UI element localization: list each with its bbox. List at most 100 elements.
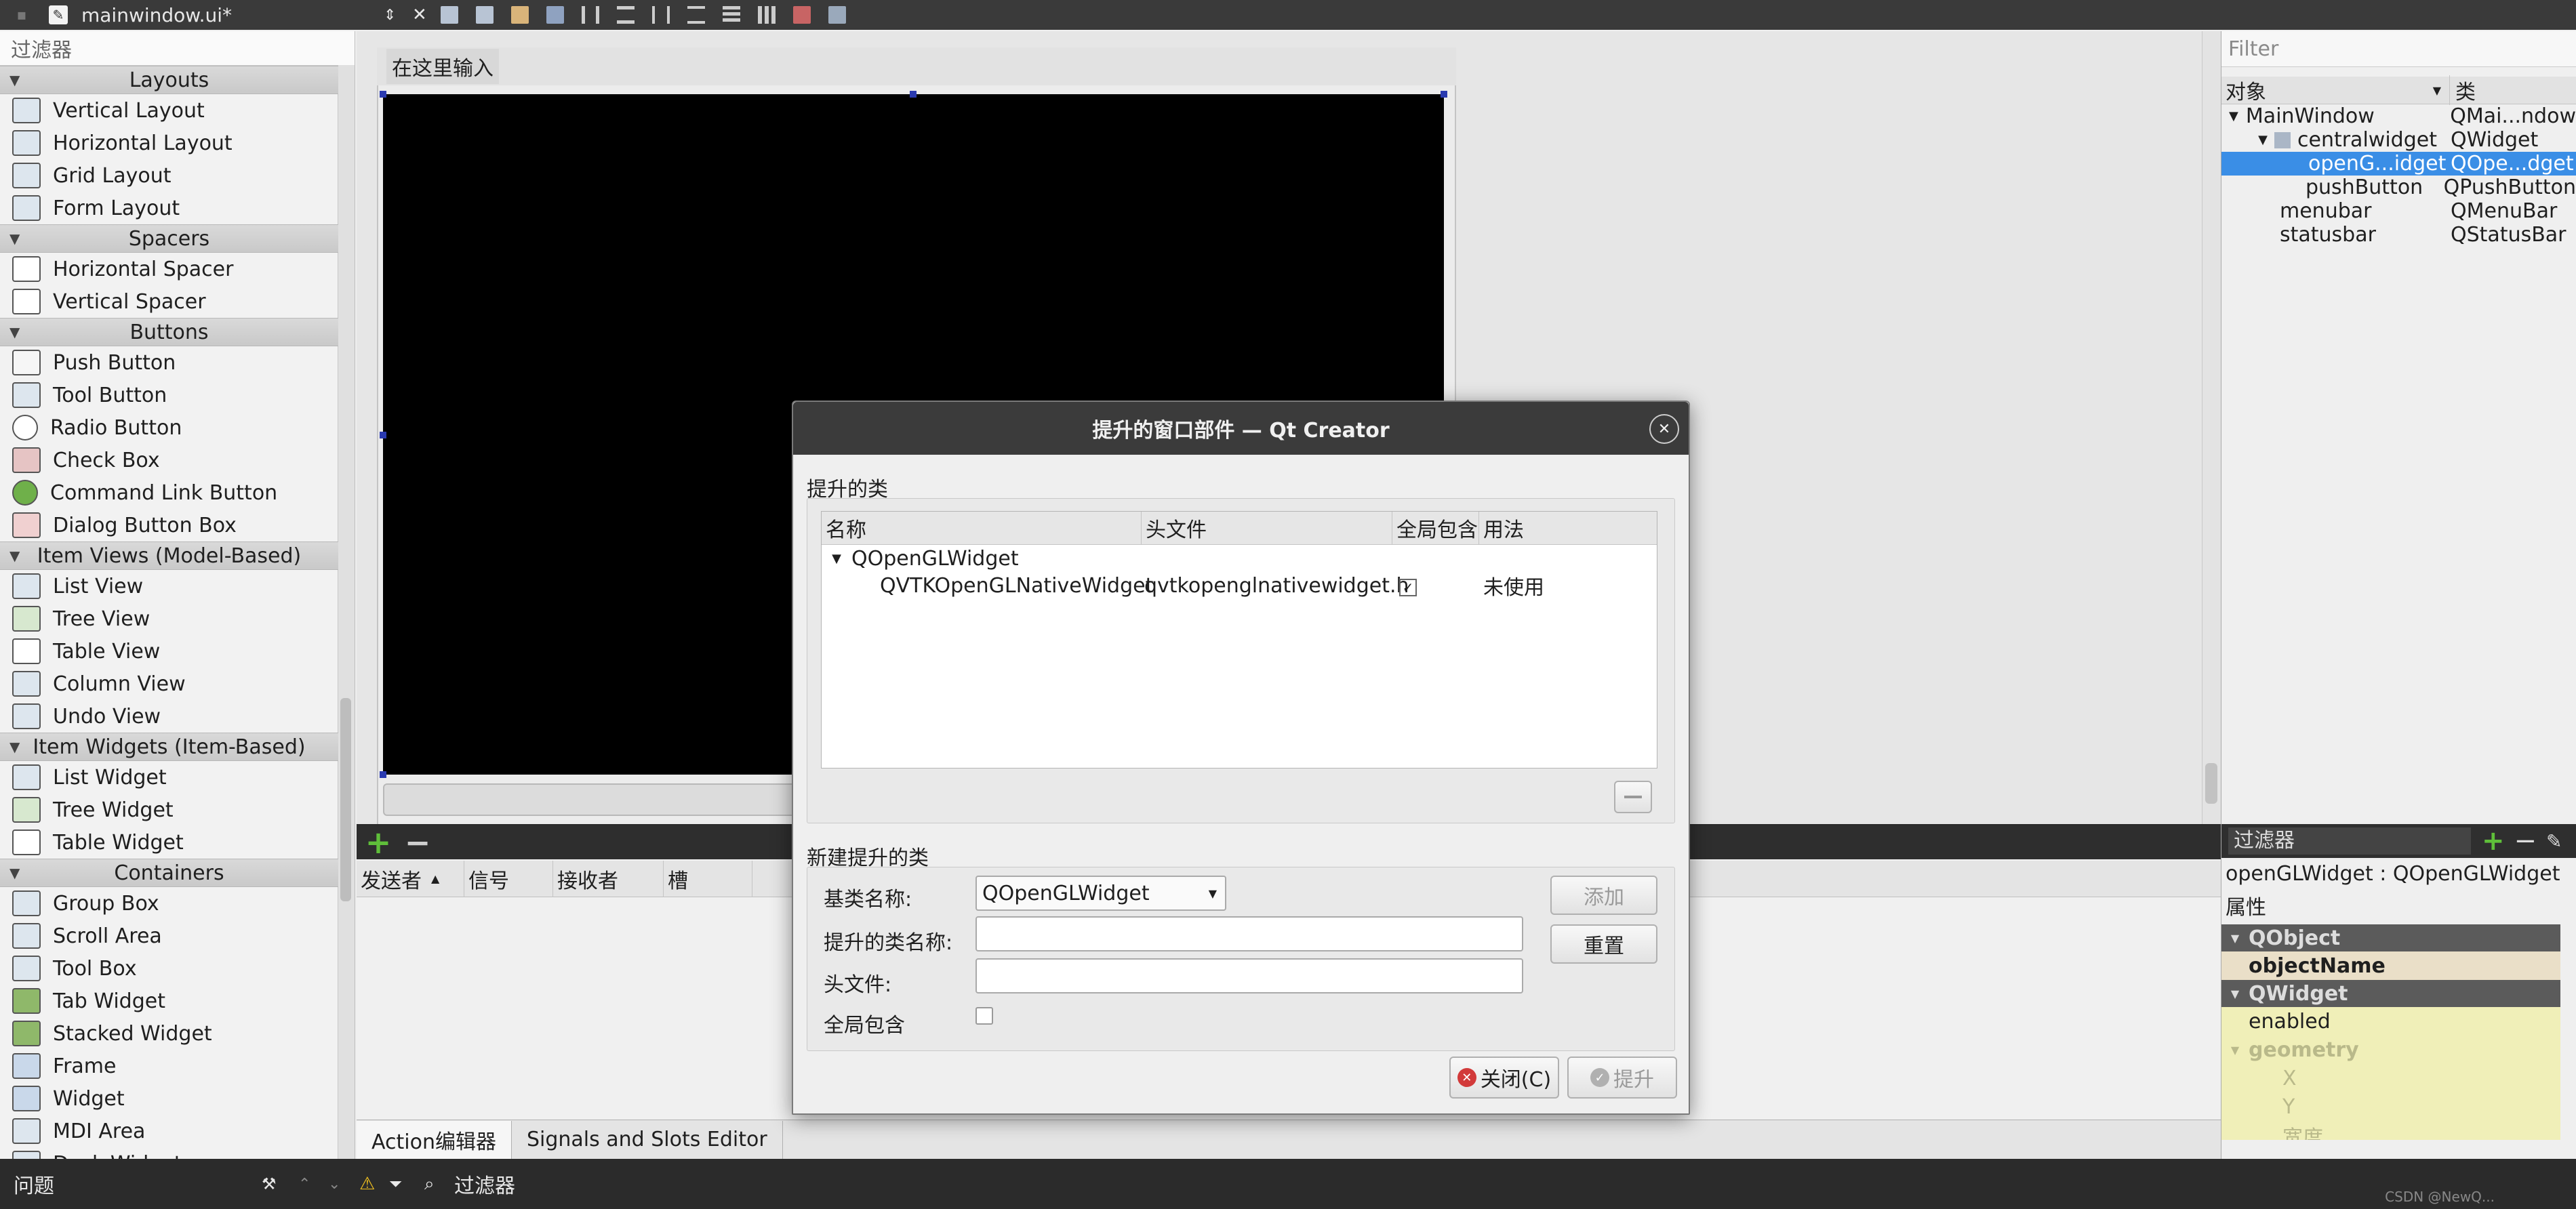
widget-vertical-spacer[interactable]: Vertical Spacer (0, 285, 355, 318)
property-filter-input[interactable]: 过滤器 (2228, 827, 2471, 855)
selection-handle[interactable] (380, 771, 386, 778)
dialog-titlebar[interactable]: 提升的窗口部件 — Qt Creator ✕ (793, 402, 1689, 455)
col-header-file[interactable]: 头文件 (1142, 512, 1392, 544)
widget-column-view[interactable]: Column View (0, 668, 355, 700)
close-icon[interactable]: ✕ (1649, 414, 1679, 444)
property-group-qobject[interactable]: ▼ QObject (2221, 924, 2560, 951)
widget-scroll-area[interactable]: Scroll Area (0, 920, 355, 952)
layout-vertical-icon[interactable] (617, 6, 635, 24)
widget-list-widget[interactable]: List Widget (0, 761, 355, 794)
form-menubar[interactable]: 在这里输入 (377, 47, 1456, 85)
selection-handle[interactable] (380, 91, 386, 98)
col-signal[interactable]: 信号 (464, 860, 553, 897)
property-geometry[interactable]: ▼ geometry (2221, 1036, 2560, 1064)
build-issues-icon[interactable]: ⚒ (262, 1174, 277, 1193)
table-row-base-class[interactable]: ▼ QOpenGLWidget (822, 545, 1657, 572)
file-switch-icon[interactable]: ⇕ (384, 7, 396, 24)
widget-tree-widget[interactable]: Tree Widget (0, 794, 355, 826)
add-connection-icon[interactable]: + (363, 824, 393, 861)
widget-mdi-area[interactable]: MDI Area (0, 1115, 355, 1147)
category-containers[interactable]: ▼ Containers (0, 859, 338, 887)
widget-frame[interactable]: Frame (0, 1050, 355, 1082)
category-spacers[interactable]: ▼ Spacers (0, 224, 338, 253)
form-scroll-thumb[interactable] (2205, 763, 2217, 804)
widget-tool-box[interactable]: Tool Box (0, 952, 355, 985)
promote-button[interactable]: ✓ 提升 (1567, 1057, 1677, 1099)
layout-grid-icon[interactable] (758, 6, 776, 24)
widget-box-scroll-thumb[interactable] (340, 698, 351, 901)
widget-group-box[interactable]: Group Box (0, 887, 355, 920)
widget-check-box[interactable]: Check Box (0, 444, 355, 476)
selection-handle[interactable] (910, 91, 917, 98)
break-layout-icon[interactable] (793, 6, 811, 24)
remove-property-icon[interactable]: − (2514, 825, 2537, 857)
widget-stacked-widget[interactable]: Stacked Widget (0, 1017, 355, 1050)
warning-icon[interactable]: ⚠ (359, 1174, 375, 1194)
property-object-name[interactable]: objectName (2221, 951, 2560, 980)
col-slot[interactable]: 槽 (664, 860, 752, 897)
prev-issue-icon[interactable]: ⌃ (298, 1176, 310, 1193)
close-button[interactable]: ✕ 关闭(C) (1449, 1057, 1559, 1099)
tab-action-editor[interactable]: Action编辑器 (357, 1120, 512, 1159)
global-include-checkbox-new[interactable] (975, 1007, 993, 1025)
category-item-widgets[interactable]: ▼ Item Widgets (Item-Based) (0, 733, 338, 761)
open-file-tab[interactable]: mainwindow.ui* (81, 4, 232, 26)
configure-icon[interactable]: ✎ (2546, 830, 2562, 853)
widget-grid-layout[interactable]: Grid Layout (0, 159, 355, 192)
tree-row[interactable]: ▼ MainWindow QMai...ndow (2221, 104, 2576, 128)
widget-radio-button[interactable]: Radio Button (0, 411, 355, 444)
widget-widget[interactable]: Widget (0, 1082, 355, 1115)
tree-row[interactable]: statusbar QStatusBar (2221, 223, 2576, 247)
col-usage[interactable]: 用法 (1479, 512, 1524, 544)
widget-undo-view[interactable]: Undo View (0, 700, 355, 733)
category-item-views[interactable]: ▼ Item Views (Model-Based) (0, 541, 338, 570)
layout-form-icon[interactable] (723, 6, 740, 24)
widget-command-link-button[interactable]: Command Link Button (0, 476, 355, 509)
col-object[interactable]: 对象 ▼ (2221, 75, 2449, 105)
property-enabled[interactable]: enabled (2221, 1007, 2560, 1036)
property-width[interactable]: 宽度 (2221, 1121, 2560, 1140)
col-name[interactable]: 名称 (822, 512, 1142, 544)
tab-signals-slots-editor[interactable]: Signals and Slots Editor (512, 1120, 783, 1159)
widget-list-view[interactable]: List View (0, 570, 355, 602)
widget-dialog-button-box[interactable]: Dialog Button Box (0, 509, 355, 541)
edit-tab-order-icon[interactable] (546, 6, 564, 24)
tree-row[interactable]: menubar QMenuBar (2221, 199, 2576, 223)
remove-promoted-button[interactable] (1614, 781, 1652, 813)
layout-splitter-v-icon[interactable] (687, 6, 705, 24)
remove-connection-icon[interactable]: − (403, 824, 432, 861)
selection-handle[interactable] (380, 432, 386, 438)
col-global-include[interactable]: 全局包含 (1392, 512, 1479, 544)
filter-icon[interactable]: ⏷ (389, 1174, 402, 1193)
edit-buddies-icon[interactable] (511, 6, 529, 24)
col-class[interactable]: 类 (2449, 75, 2476, 105)
property-x[interactable]: X (2221, 1064, 2560, 1092)
widget-filter-input[interactable]: 过滤器 (0, 31, 355, 66)
header-file-input[interactable] (975, 958, 1523, 993)
promoted-classes-table[interactable]: 名称 头文件 全局包含 用法 ▼ QOpenGLWidget QVTKOpenG… (821, 511, 1657, 769)
property-group-qwidget[interactable]: ▼ QWidget (2221, 980, 2560, 1007)
widget-tree-view[interactable]: Tree View (0, 602, 355, 635)
selection-handle[interactable] (1441, 91, 1447, 98)
tree-row[interactable]: ▼ centralwidget QWidget (2221, 128, 2576, 152)
widget-box-scrollbar[interactable] (338, 65, 355, 1159)
layout-horizontal-icon[interactable] (582, 6, 599, 24)
category-layouts[interactable]: ▼ Layouts (0, 66, 338, 94)
base-class-combo[interactable]: QOpenGLWidget ▼ (975, 876, 1226, 911)
reset-button[interactable]: 重置 (1550, 924, 1657, 964)
col-receiver[interactable]: 接收者 (553, 860, 664, 897)
widget-form-layout[interactable]: Form Layout (0, 192, 355, 224)
edit-signals-icon[interactable] (476, 6, 494, 24)
inspector-filter-input[interactable]: Filter (2221, 31, 2576, 67)
widget-push-button[interactable]: Push Button (0, 346, 355, 379)
widget-vertical-layout[interactable]: Vertical Layout (0, 94, 355, 127)
category-buttons[interactable]: ▼ Buttons (0, 318, 338, 346)
form-area-scrollbar[interactable] (2202, 31, 2221, 824)
property-y[interactable]: Y (2221, 1092, 2560, 1121)
status-filter-input[interactable]: 过滤器 (454, 1169, 515, 1199)
widget-horizontal-spacer[interactable]: Horizontal Spacer (0, 253, 355, 285)
add-property-icon[interactable]: + (2482, 825, 2505, 857)
widget-tool-button[interactable]: Tool Button (0, 379, 355, 411)
adjust-size-icon[interactable] (828, 6, 846, 24)
global-include-checkbox[interactable]: ✓ (1392, 574, 1479, 598)
